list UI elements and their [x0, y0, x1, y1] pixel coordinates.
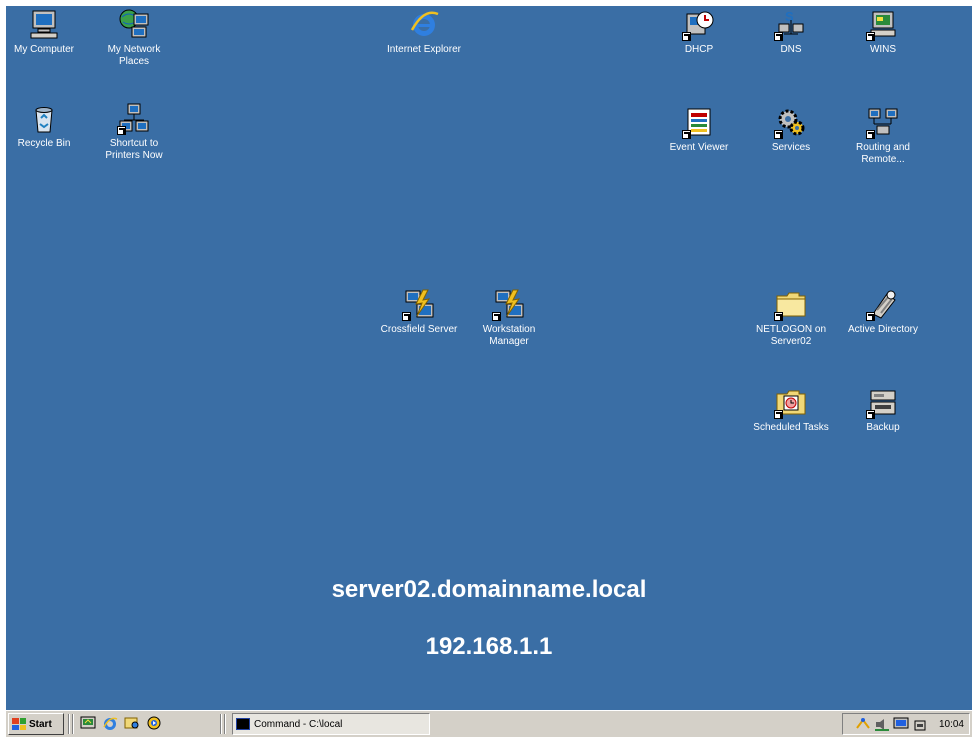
taskbar-separator — [224, 714, 226, 734]
shortcut-arrow-icon — [866, 130, 875, 139]
dns-icon: S — [774, 8, 807, 41]
desktop-icon-my-network-places[interactable]: My Network Places — [91, 8, 177, 68]
task-button-label: Command - C:\local — [254, 718, 343, 730]
server-ip-address: 192.168.1.1 — [425, 633, 553, 660]
shortcut-arrow-icon — [402, 312, 411, 321]
recycle-bin-icon — [28, 102, 60, 134]
backup-icon — [866, 386, 899, 419]
taskbar-separator — [220, 714, 222, 734]
icon-label: Backup — [866, 422, 900, 433]
wins-icon — [866, 8, 899, 41]
icon-label: Services — [771, 142, 811, 153]
volume-icon[interactable] — [874, 716, 890, 732]
event-viewer-icon — [682, 106, 715, 139]
icon-label: Workstation Manager — [482, 324, 536, 347]
shortcut-arrow-icon — [866, 410, 875, 419]
svg-text:S: S — [785, 9, 794, 24]
icon-label: Scheduled Tasks — [753, 422, 829, 433]
desktop-icon-recycle-bin[interactable]: Recycle Bin — [6, 102, 87, 150]
desktop-icon-active-directory[interactable]: Active Directory — [840, 288, 926, 336]
server-hostname: server02.domainname.local — [331, 576, 647, 603]
desktop-icon-dhcp[interactable]: DHCP — [656, 8, 742, 56]
windows-logo-icon — [12, 718, 26, 730]
desktop-icon-wins[interactable]: WINS — [840, 8, 926, 56]
icon-label: NETLOGON on Server02 — [755, 324, 827, 347]
active-directory-icon — [866, 288, 899, 321]
taskbar-separator — [68, 714, 70, 734]
icon-label: Internet Explorer — [387, 44, 461, 55]
shortcut-arrow-icon — [774, 130, 783, 139]
start-button[interactable]: Start — [8, 713, 64, 735]
shortcut-arrow-icon — [117, 126, 126, 135]
network-icon[interactable] — [855, 716, 871, 732]
desktop-icon-backup[interactable]: Backup — [840, 386, 926, 434]
desktop-icon-my-computer[interactable]: My Computer — [6, 8, 87, 56]
start-label: Start — [29, 718, 52, 730]
computer-icon — [28, 8, 60, 40]
taskbar: Start Command - C:\local 10:04 — [6, 710, 972, 737]
media-player-icon[interactable] — [146, 715, 164, 733]
network-places-icon — [118, 8, 150, 40]
shortcut-arrow-icon — [682, 32, 691, 41]
taskbar-task-button[interactable]: Command - C:\local — [232, 713, 430, 735]
explorer-icon[interactable] — [124, 715, 142, 733]
icon-label: My Computer — [13, 44, 74, 55]
icon-label: Shortcut to Printers Now — [105, 138, 163, 161]
icon-label: Routing and Remote... — [856, 142, 910, 165]
icon-label: Active Directory — [847, 324, 918, 335]
shortcut-arrow-icon — [774, 312, 783, 321]
shortcut-arrow-icon — [774, 32, 783, 41]
desktop-icon-event-viewer[interactable]: Event Viewer — [656, 106, 742, 154]
network-computer-icon — [117, 102, 150, 135]
shortcut-arrow-icon — [866, 312, 875, 321]
icon-label: Crossfield Server — [380, 324, 458, 335]
desktop-icon-crossfield-server[interactable]: Crossfield Server — [376, 288, 462, 336]
desktop-icon-services[interactable]: Services — [748, 106, 834, 154]
desktop-icon-internet-explorer[interactable]: Internet Explorer — [381, 8, 467, 56]
services-gear-icon — [774, 106, 807, 139]
folder-icon — [774, 288, 807, 321]
desktop-icon-workstation-manager[interactable]: Workstation Manager — [466, 288, 552, 348]
desktop-icon-shortcut-to-printers[interactable]: Shortcut to Printers Now — [91, 102, 177, 162]
clock[interactable]: 10:04 — [939, 719, 964, 730]
command-prompt-icon — [236, 718, 250, 730]
taskbar-separator — [72, 714, 74, 734]
system-tray: 10:04 — [842, 713, 970, 735]
internet-explorer-icon — [408, 8, 440, 40]
shortcut-arrow-icon — [492, 312, 501, 321]
ie-icon[interactable] — [102, 715, 120, 733]
shortcut-arrow-icon — [682, 130, 691, 139]
display-icon[interactable] — [893, 716, 909, 732]
show-desktop-icon[interactable] — [80, 715, 98, 733]
desktop-icon-netlogon[interactable]: NETLOGON on Server02 — [748, 288, 834, 348]
security-icon[interactable] — [912, 716, 928, 732]
scheduled-tasks-folder-icon — [774, 386, 807, 419]
icon-label: Recycle Bin — [17, 138, 71, 149]
dhcp-icon — [682, 8, 715, 41]
icon-label: Event Viewer — [669, 142, 729, 153]
desktop-icon-scheduled-tasks[interactable]: Scheduled Tasks — [748, 386, 834, 434]
shortcut-arrow-icon — [774, 410, 783, 419]
desktop-icon-dns[interactable]: S DNS — [748, 8, 834, 56]
routing-icon — [866, 106, 899, 139]
network-server-icon — [402, 288, 435, 321]
icon-label: My Network Places — [107, 44, 161, 67]
shortcut-arrow-icon — [866, 32, 875, 41]
icon-label: DHCP — [684, 44, 714, 55]
network-workstation-icon — [492, 288, 525, 321]
icon-label: WINS — [869, 44, 897, 55]
desktop[interactable]: My Computer Recycle Bin My Network Place… — [6, 6, 972, 710]
icon-label: DNS — [780, 44, 802, 55]
desktop-icon-routing-and-remote[interactable]: Routing and Remote... — [840, 106, 926, 166]
